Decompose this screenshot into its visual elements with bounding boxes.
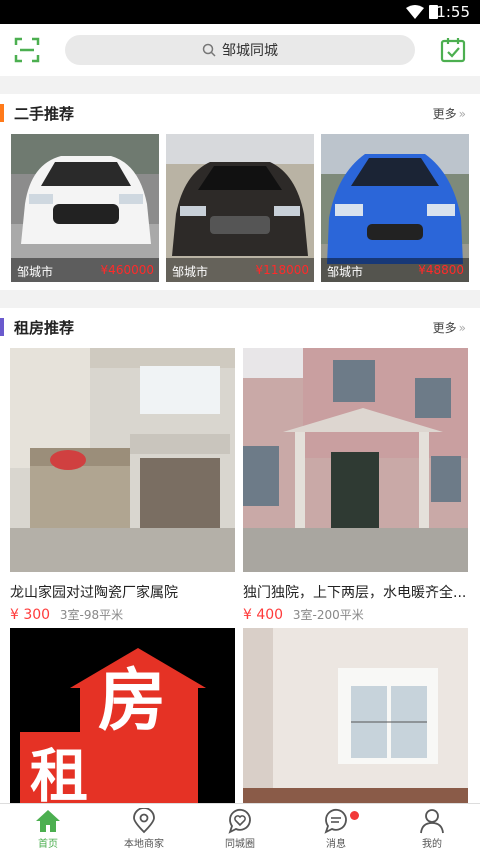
calendar-icon[interactable]: [440, 37, 466, 63]
tab-label: 同城圈: [225, 839, 255, 850]
rental-card[interactable]: 龙山家园对过陶瓷厂家属院 ¥ 300 3室-98平米: [10, 348, 235, 624]
rental-photo: [243, 348, 468, 572]
search-text: 邹城同城: [222, 43, 278, 59]
divider: [0, 76, 480, 94]
rental-sign-photo: 房 租: [10, 628, 235, 804]
more-link[interactable]: 更多»: [433, 319, 466, 336]
rental-photo: [10, 348, 235, 572]
car-card[interactable]: 邹城市 ¥118000: [166, 134, 314, 282]
rental-name: 龙山家园对过陶瓷厂家属院: [10, 585, 178, 601]
car-caption: 邹城市 ¥460000: [11, 258, 159, 282]
rental-card[interactable]: 独门独院，上下两层，水电暖齐全... ¥ 400 3室-200平米: [243, 348, 468, 624]
section-header: 租房推荐 更多»: [0, 308, 480, 346]
unread-dot: [350, 811, 359, 820]
section-accent-bar: [0, 104, 4, 122]
car-price: ¥118000: [255, 263, 309, 277]
car-city: 邹城市: [327, 265, 364, 279]
tab-city-circle[interactable]: 同城圈: [192, 804, 288, 854]
tab-label: 首页: [38, 839, 58, 850]
section-title: 二手推荐: [14, 105, 75, 123]
rental-meta: ¥ 300 3室-98平米: [10, 606, 123, 623]
tab-profile[interactable]: 我的: [384, 804, 480, 854]
wifi-icon: [406, 5, 424, 19]
rental-info: 3室-200平米: [292, 608, 364, 622]
car-city: 邹城市: [17, 265, 54, 279]
divider: [0, 290, 480, 308]
rental-card[interactable]: 房 租: [10, 628, 235, 804]
tab-label: 消息: [326, 839, 346, 850]
tab-label: 本地商家: [124, 839, 164, 850]
more-link[interactable]: 更多»: [433, 105, 466, 122]
tab-local-merchants[interactable]: 本地商家: [96, 804, 192, 854]
rental-card[interactable]: [243, 628, 468, 804]
rental-price: ¥ 300: [10, 607, 51, 623]
sign-text-small: 租: [30, 742, 88, 804]
section-header: 二手推荐 更多»: [0, 94, 480, 132]
bottom-tab-bar: 首页 本地商家 同城圈 消息 我的: [0, 803, 480, 854]
home-icon: [36, 810, 60, 832]
status-bar: 1:55: [0, 0, 480, 24]
tab-home[interactable]: 首页: [0, 804, 96, 854]
search-bar[interactable]: 邹城同城: [65, 35, 415, 65]
status-time: 1:55: [436, 3, 470, 21]
heart-chat-icon: [228, 808, 251, 834]
sign-text-large: 房: [98, 662, 166, 741]
car-caption: 邹城市 ¥118000: [166, 258, 314, 282]
scan-icon[interactable]: [14, 37, 40, 63]
tab-messages[interactable]: 消息: [288, 804, 384, 854]
car-card[interactable]: 邹城市 ¥48800: [321, 134, 469, 282]
rental-info: 3室-98平米: [59, 608, 124, 622]
rental-price: ¥ 400: [243, 607, 284, 623]
section-title: 租房推荐: [14, 319, 75, 337]
chevron-right-icon: »: [458, 107, 466, 121]
tab-label: 我的: [422, 839, 442, 850]
message-icon: [324, 808, 347, 834]
car-caption: 邹城市 ¥48800: [321, 258, 469, 282]
rental-meta: ¥ 400 3室-200平米: [243, 606, 364, 623]
car-city: 邹城市: [172, 265, 209, 279]
car-price: ¥460000: [100, 263, 154, 277]
top-header: 邹城同城: [0, 24, 480, 76]
car-price: ¥48800: [418, 263, 464, 277]
rental-name: 独门独院，上下两层，水电暖齐全...: [243, 585, 467, 601]
section-accent-bar: [0, 318, 4, 336]
car-card[interactable]: 邹城市 ¥460000: [11, 134, 159, 282]
chevron-right-icon: »: [458, 321, 466, 335]
person-icon: [420, 809, 444, 834]
search-icon: [202, 43, 216, 57]
rental-photo: [243, 628, 468, 804]
location-icon: [133, 808, 155, 834]
